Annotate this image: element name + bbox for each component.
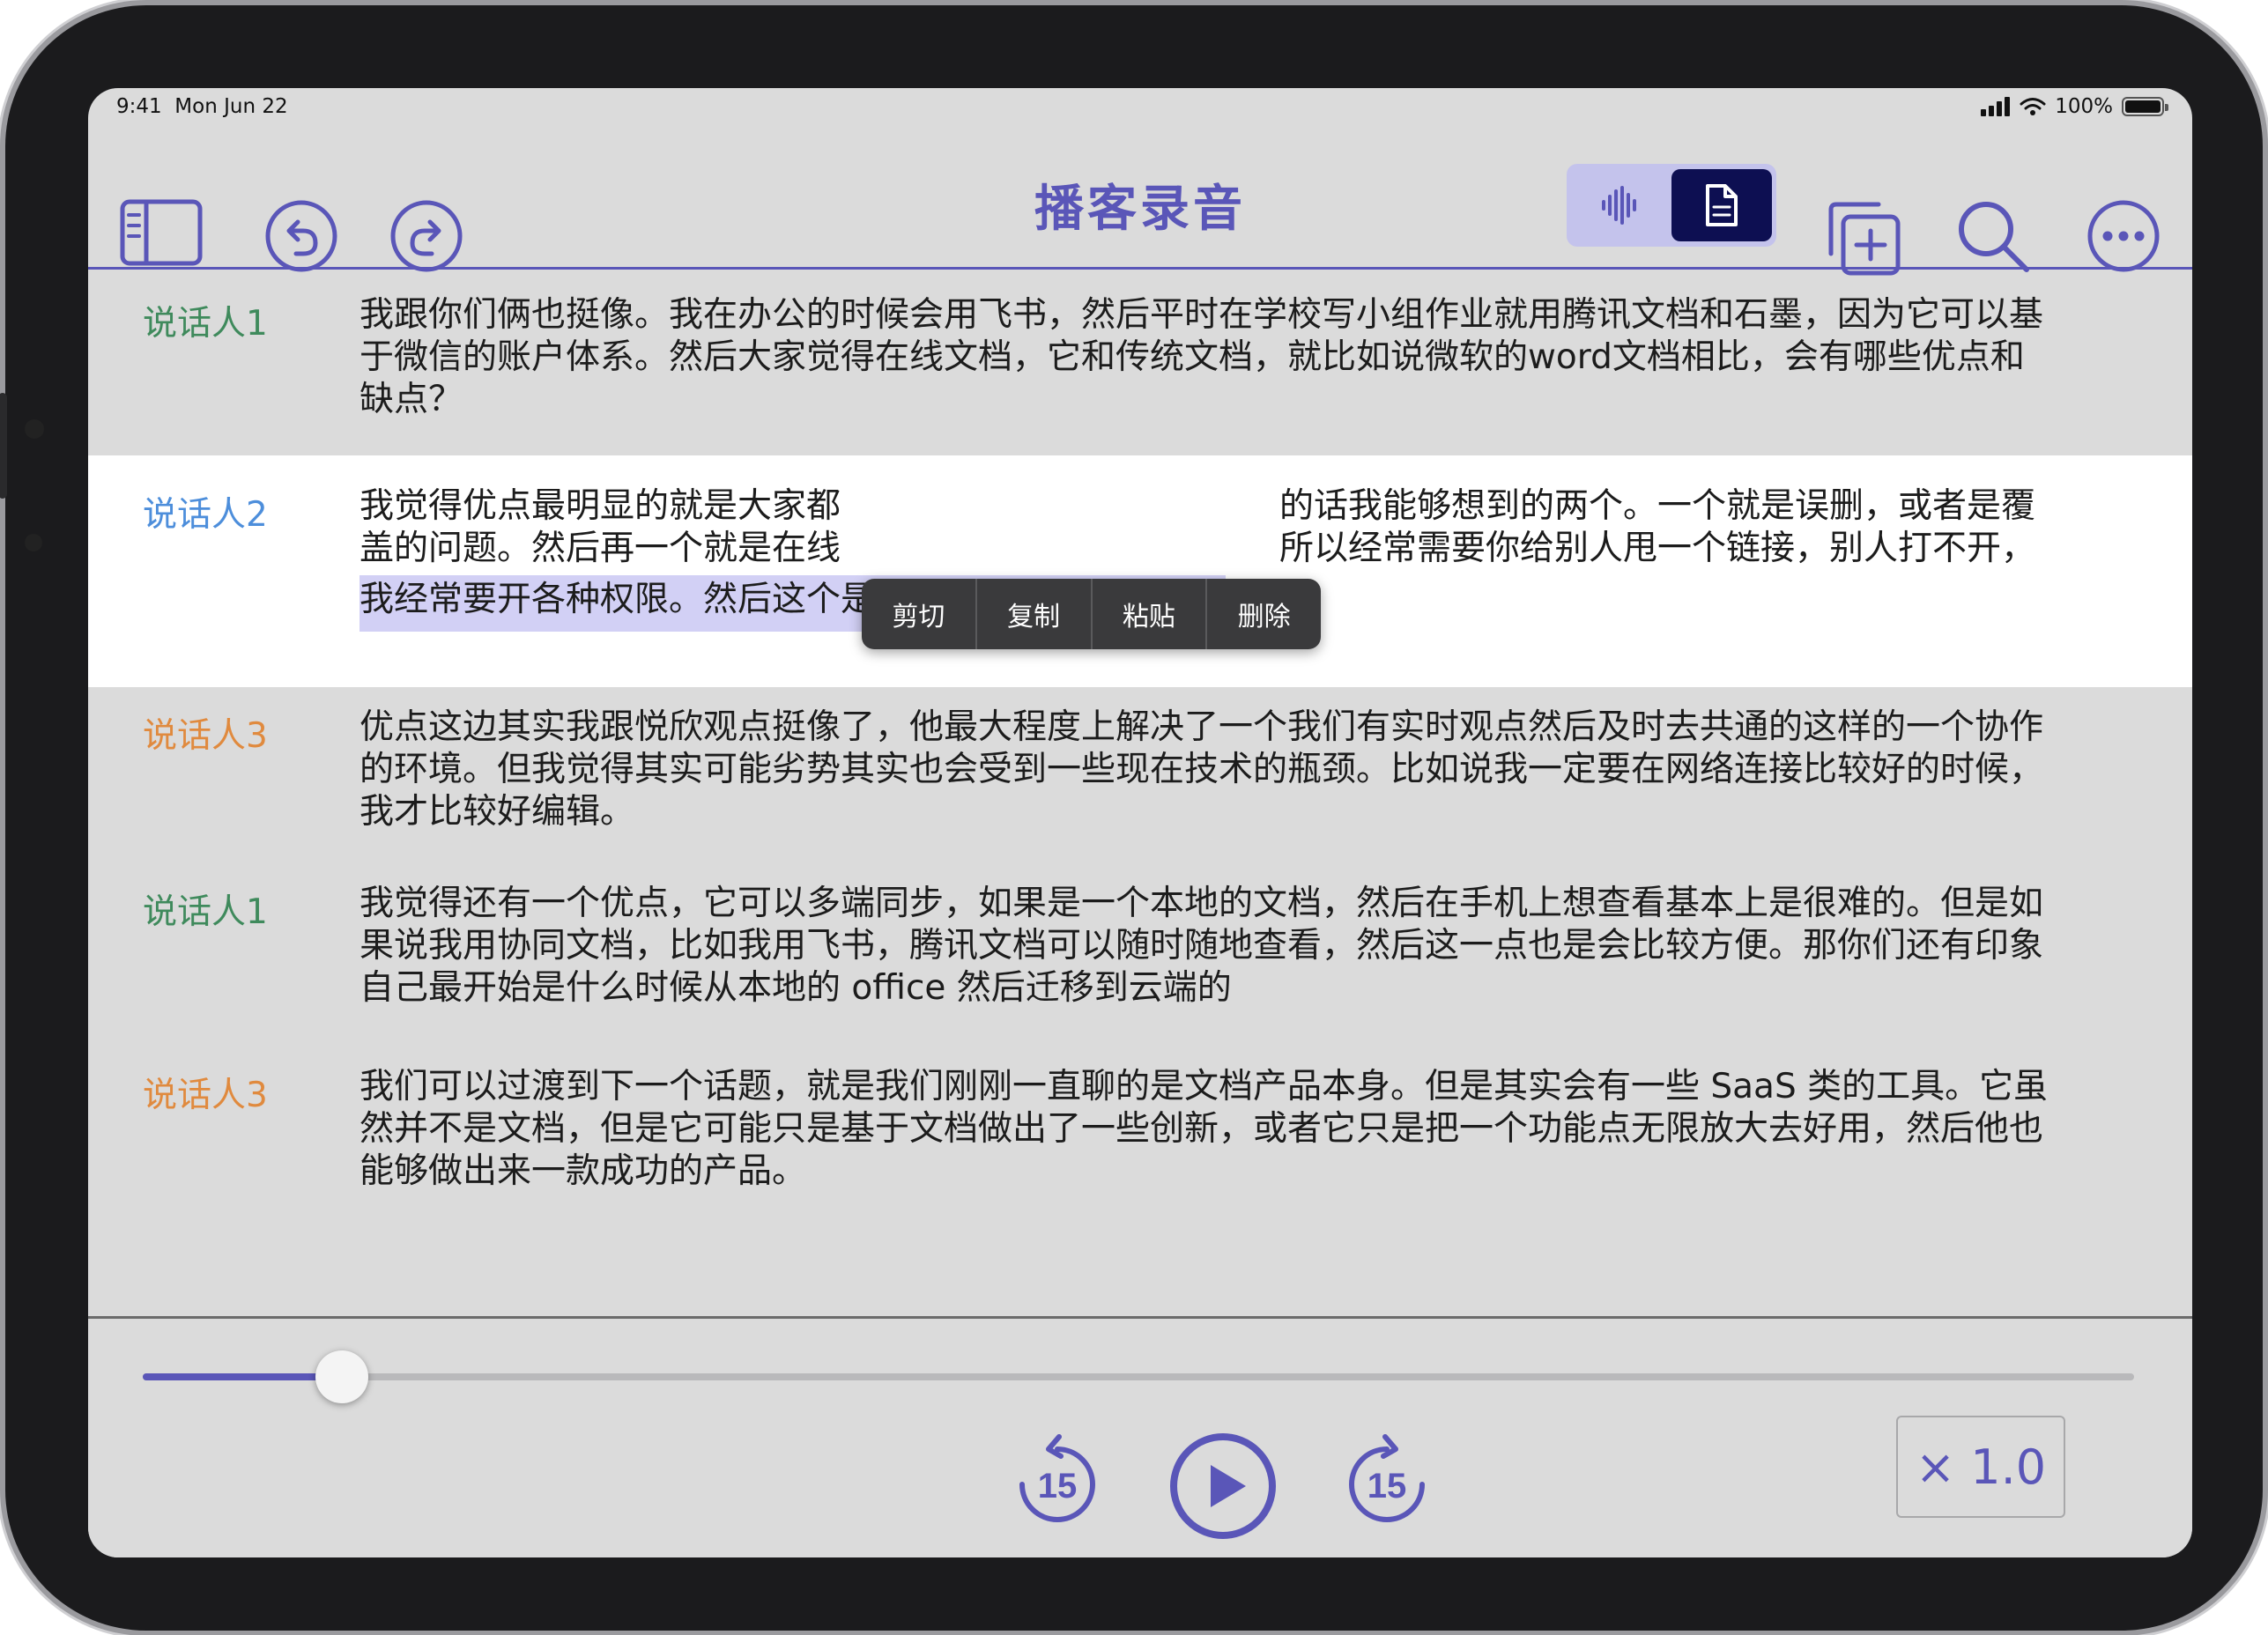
svg-text:15: 15 xyxy=(1367,1467,1407,1506)
transcript-row-active[interactable]: 说话人2 我觉得优点最明显的就是大家都 的话我能够想到的两个。一个就是误删，或者是… xyxy=(88,455,2192,687)
ipad-frame: 9:41 Mon Jun 22 100% 播客录音 说话人1 我跟你们俩也挺像。… xyxy=(0,5,2263,1631)
sensor xyxy=(25,534,42,551)
transcript-row[interactable]: 说话人1 我觉得还有一个优点，它可以多端同步，如果是一个本地的文档，然后在手机上… xyxy=(88,863,2192,1047)
transcript-text[interactable]: 我们可以过渡到下一个话题，就是我们刚刚一直聊的是文档产品本身。但是其实会有一些 … xyxy=(359,1066,2122,1193)
app-screen: 9:41 Mon Jun 22 100% 播客录音 说话人1 我跟你们俩也挺像。… xyxy=(88,88,2192,1557)
status-bar: 9:41 Mon Jun 22 100% xyxy=(88,88,2192,132)
volume-up-button xyxy=(0,393,7,499)
delete-menu-item[interactable]: 删除 xyxy=(1207,579,1321,649)
cellular-signal-icon xyxy=(1981,97,2011,116)
progress-slider[interactable] xyxy=(143,1350,2134,1403)
context-menu: 剪切 复制 粘贴 删除 xyxy=(862,579,1321,649)
speaker-label: 说话人2 xyxy=(143,495,268,535)
waveform-icon xyxy=(1601,186,1636,225)
skip-forward-button[interactable]: 15 xyxy=(1343,1433,1431,1530)
play-icon xyxy=(1170,1433,1276,1539)
view-mode-segmented-control xyxy=(1567,164,1776,247)
document-icon xyxy=(1706,184,1738,226)
speaker-label: 说话人3 xyxy=(143,1076,268,1115)
audio-player: 15 15 × 1.0 xyxy=(88,1316,2192,1557)
playback-speed-button[interactable]: × 1.0 xyxy=(1896,1416,2065,1518)
skip-back-15-icon: 15 xyxy=(1019,1434,1095,1522)
svg-text:15: 15 xyxy=(1038,1467,1078,1506)
speaker-label: 说话人3 xyxy=(143,716,268,756)
battery-percent: 100% xyxy=(2055,95,2113,118)
transcript-row[interactable]: 说话人1 我跟你们俩也挺像。我在办公的时候会用飞书，然后平时在学校写小组作业就用… xyxy=(88,275,2192,455)
toolbar: 播客录音 xyxy=(88,132,2192,276)
skip-back-button[interactable]: 15 xyxy=(1013,1433,1101,1530)
speaker-label: 说话人1 xyxy=(143,304,268,344)
transcript-text[interactable]: 优点这边其实我跟悦欣观点挺像了，他最大程度上解决了一个我们有实时观点然后及时去共… xyxy=(359,707,2122,833)
status-indicators: 100% xyxy=(1981,95,2168,118)
search-icon[interactable] xyxy=(1956,199,2030,273)
waveform-view-button[interactable] xyxy=(1567,164,1671,247)
slider-thumb[interactable] xyxy=(315,1350,368,1403)
document-view-button[interactable] xyxy=(1671,169,1772,241)
paste-menu-item[interactable]: 粘贴 xyxy=(1093,579,1208,649)
battery-icon xyxy=(2122,97,2168,116)
transcript-text[interactable]: 我跟你们俩也挺像。我在办公的时候会用飞书，然后平时在学校写小组作业就用腾讯文档和… xyxy=(359,294,2122,421)
transcript: 说话人1 我跟你们俩也挺像。我在办公的时候会用飞书，然后平时在学校写小组作业就用… xyxy=(88,275,2192,1314)
more-icon[interactable] xyxy=(2086,199,2161,273)
cut-menu-item[interactable]: 剪切 xyxy=(862,579,977,649)
copy-menu-item[interactable]: 复制 xyxy=(977,579,1093,649)
speaker-label: 说话人1 xyxy=(143,892,268,932)
play-button[interactable] xyxy=(1168,1432,1278,1541)
transcript-row[interactable]: 说话人3 我们可以过渡到下一个话题，就是我们刚刚一直聊的是文档产品本身。但是其实… xyxy=(88,1047,2192,1240)
camera-lens xyxy=(25,419,44,439)
transcript-text[interactable]: 我觉得还有一个优点，它可以多端同步，如果是一个本地的文档，然后在手机上想查看基本… xyxy=(359,883,2122,1010)
wifi-icon xyxy=(2020,98,2046,115)
add-copy-icon[interactable] xyxy=(1824,199,1903,278)
progress-fill xyxy=(143,1373,342,1380)
skip-forward-15-icon: 15 xyxy=(1349,1434,1425,1522)
status-time: 9:41 Mon Jun 22 xyxy=(116,95,288,118)
transcript-row[interactable]: 说话人3 优点这边其实我跟悦欣观点挺像了，他最大程度上解决了一个我们有实时观点然… xyxy=(88,687,2192,863)
